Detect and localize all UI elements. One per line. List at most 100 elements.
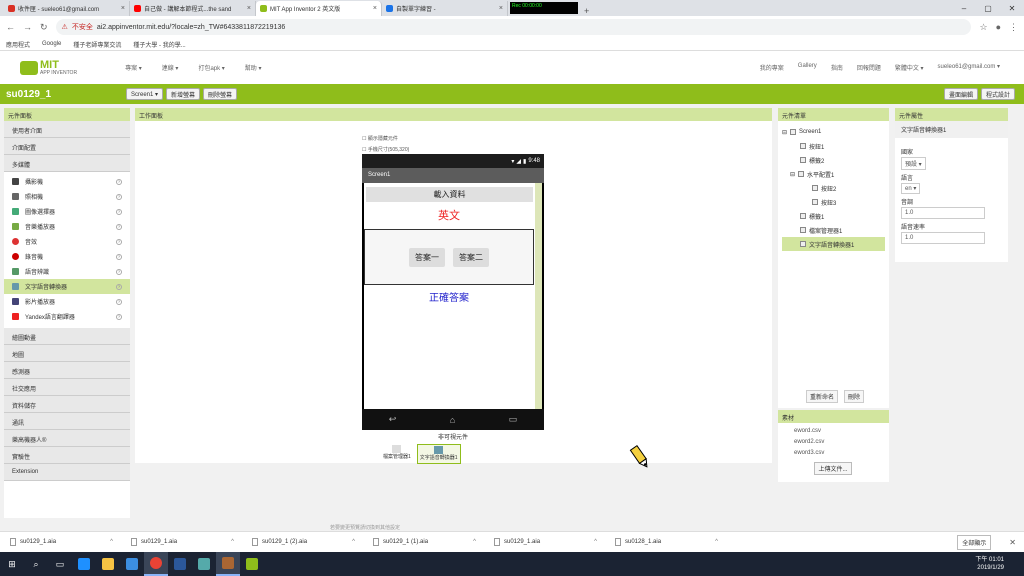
bookmark-seed[interactable]: 種子老師專業交流 xyxy=(73,40,121,49)
close-icon[interactable]: × xyxy=(373,5,377,12)
palette-category[interactable]: 樂高機器人® xyxy=(4,430,130,447)
palette-category[interactable]: 通訊 xyxy=(4,413,130,430)
download-item[interactable]: su0129_1.aia ^ xyxy=(121,538,242,546)
answer2-button[interactable]: 答案二 xyxy=(453,247,489,267)
clock[interactable]: 下午 01:01 2019/1/29 xyxy=(975,556,1024,572)
word-taskbar-icon[interactable] xyxy=(168,552,192,576)
my-projects-link[interactable]: 我的專案 xyxy=(760,63,784,72)
media-file[interactable]: eword2.csv xyxy=(778,437,889,448)
horizontal-arrangement[interactable]: 答案一 答案二 xyxy=(364,229,534,285)
menu-icon[interactable]: ⋮ xyxy=(1009,22,1018,33)
palette-category[interactable]: Extension xyxy=(4,464,130,481)
menu-projects[interactable]: 專案 ▾ xyxy=(125,63,142,72)
report-link[interactable]: 回報問題 xyxy=(857,63,881,72)
explorer-taskbar-icon[interactable] xyxy=(96,552,120,576)
browser-tab[interactable]: 自製單字練習 - × xyxy=(382,1,508,16)
show-hidden-checkbox[interactable]: ☐ 顯示隱藏元件 xyxy=(362,134,409,145)
tree-node[interactable]: ⊟ Screen1 xyxy=(782,125,885,139)
palette-item[interactable]: 音樂播放器? xyxy=(4,219,130,234)
palette-category[interactable]: 地圖 xyxy=(4,345,130,362)
reload-icon[interactable]: ↻ xyxy=(40,22,48,33)
tree-node[interactable]: ⊟ 水平配置1 xyxy=(782,167,885,181)
edge-taskbar-icon[interactable] xyxy=(72,552,96,576)
help-icon[interactable]: ? xyxy=(116,268,122,275)
palette-item[interactable]: 攝影機? xyxy=(4,174,130,189)
tree-node[interactable]: 按鈕3 xyxy=(782,195,885,209)
browser-tab-active[interactable]: MIT App Inventor 2 英文版 × xyxy=(256,1,382,16)
ie-taskbar-icon[interactable] xyxy=(120,552,144,576)
nonvisible-tts[interactable]: 文字語音轉換器1 xyxy=(416,444,461,464)
recorder-taskbar-icon[interactable] xyxy=(216,552,240,576)
search-icon[interactable]: ⌕ xyxy=(24,552,48,576)
close-icon[interactable]: × xyxy=(247,5,251,12)
download-item[interactable]: su0129_1.aia ^ xyxy=(0,538,121,546)
answer1-button[interactable]: 答案一 xyxy=(409,247,445,267)
designer-button[interactable]: 畫面編輯 xyxy=(943,88,978,100)
task-view-icon[interactable]: ▭ xyxy=(48,552,72,576)
url-input[interactable]: ⚠ 不安全 ai2.appinventor.mit.edu/?locale=zh… xyxy=(55,19,972,35)
tree-node[interactable]: 按鈕1 xyxy=(782,139,885,153)
tree-node[interactable]: 檔案管理器1 xyxy=(782,223,885,237)
chevron-up-icon[interactable]: ^ xyxy=(231,539,242,545)
palette-category[interactable]: 社交應用 xyxy=(4,379,130,396)
minimize-icon[interactable]: – xyxy=(952,0,976,16)
browser-tab[interactable]: 自己做 - 講解本節程式...the sand × xyxy=(130,1,256,16)
download-item[interactable]: su0129_1 (2).aia ^ xyxy=(242,538,363,546)
browser-tab[interactable]: 收件匣 - sueleo61@gmail.com × xyxy=(4,1,130,16)
tree-node-selected[interactable]: 文字語音轉換器1 xyxy=(782,237,885,251)
palette-item[interactable]: 語音辨識? xyxy=(4,264,130,279)
download-item[interactable]: su0129_1.aia ^ xyxy=(484,538,605,546)
bookmark-google[interactable]: Google xyxy=(42,41,61,47)
media-file[interactable]: eword3.csv xyxy=(778,448,889,459)
bookmark-seed-univ[interactable]: 種子大學 - 我的學... xyxy=(133,40,185,49)
blocks-button[interactable]: 程式設計 xyxy=(980,88,1015,100)
menu-connect[interactable]: 連線 ▾ xyxy=(162,63,179,72)
extension-icon[interactable]: ● xyxy=(996,22,1001,32)
guide-link[interactable]: 指南 xyxy=(831,63,843,72)
android-taskbar-icon[interactable] xyxy=(240,552,264,576)
help-icon[interactable]: ? xyxy=(116,223,122,230)
chevron-up-icon[interactable]: ^ xyxy=(473,539,484,545)
chevron-up-icon[interactable]: ^ xyxy=(110,539,121,545)
speech-rate-input[interactable]: 1.0 xyxy=(901,232,985,244)
screen-canvas[interactable]: 載入資料 英文 答案一 答案二 正確答案 xyxy=(364,183,542,409)
media-file[interactable]: eword.csv xyxy=(778,426,889,437)
screen-select[interactable]: Screen1 ▾ xyxy=(126,88,164,100)
bookmark-star-icon[interactable]: ☆ xyxy=(979,22,987,33)
chrome-taskbar-icon[interactable] xyxy=(144,552,168,576)
back-icon[interactable]: ← xyxy=(6,22,15,32)
app-taskbar-icon[interactable] xyxy=(192,552,216,576)
help-icon[interactable]: ? xyxy=(116,178,122,185)
chevron-up-icon[interactable]: ^ xyxy=(594,539,605,545)
help-icon[interactable]: ? xyxy=(116,298,122,305)
palette-item[interactable]: 圖像選擇器? xyxy=(4,204,130,219)
palette-item[interactable]: 影片播放器? xyxy=(4,294,130,309)
correct-answer-label[interactable]: 正確答案 xyxy=(364,289,534,304)
palette-category[interactable]: 使用者介面 xyxy=(4,121,130,138)
language-select[interactable]: en ▾ xyxy=(901,183,921,194)
delete-button[interactable]: 刪除 xyxy=(844,390,865,403)
start-icon[interactable]: ⊞ xyxy=(0,552,24,576)
help-icon[interactable]: ? xyxy=(116,283,122,290)
tree-node[interactable]: 按鈕2 xyxy=(782,181,885,195)
new-tab-icon[interactable]: + xyxy=(578,6,595,16)
load-data-button[interactable]: 載入資料 xyxy=(366,187,533,202)
palette-item[interactable]: 音效? xyxy=(4,234,130,249)
help-icon[interactable]: ? xyxy=(116,238,122,245)
gallery-link[interactable]: Gallery xyxy=(798,63,817,72)
country-select[interactable]: 預設 ▾ xyxy=(901,157,926,170)
remove-screen-button[interactable]: 刪除螢幕 xyxy=(203,88,238,100)
close-icon[interactable]: × xyxy=(499,5,503,12)
palette-item[interactable]: Yandex語言翻譯器? xyxy=(4,309,130,324)
palette-category[interactable]: 感測器 xyxy=(4,362,130,379)
palette-category[interactable]: 資料儲存 xyxy=(4,396,130,413)
chevron-up-icon[interactable]: ^ xyxy=(715,539,726,545)
collapse-icon[interactable]: ⊟ xyxy=(790,171,795,178)
mit-logo[interactable]: MIT APP INVENTOR xyxy=(20,59,77,76)
close-window-icon[interactable]: ✕ xyxy=(1000,0,1024,16)
palette-category[interactable]: 繪圖動畫 xyxy=(4,328,130,345)
maximize-icon[interactable]: ▢ xyxy=(976,0,1000,16)
download-item[interactable]: su0128_1.aia ^ xyxy=(605,538,726,546)
palette-category[interactable]: 實驗性 xyxy=(4,447,130,464)
word-label[interactable]: 英文 xyxy=(364,207,534,223)
